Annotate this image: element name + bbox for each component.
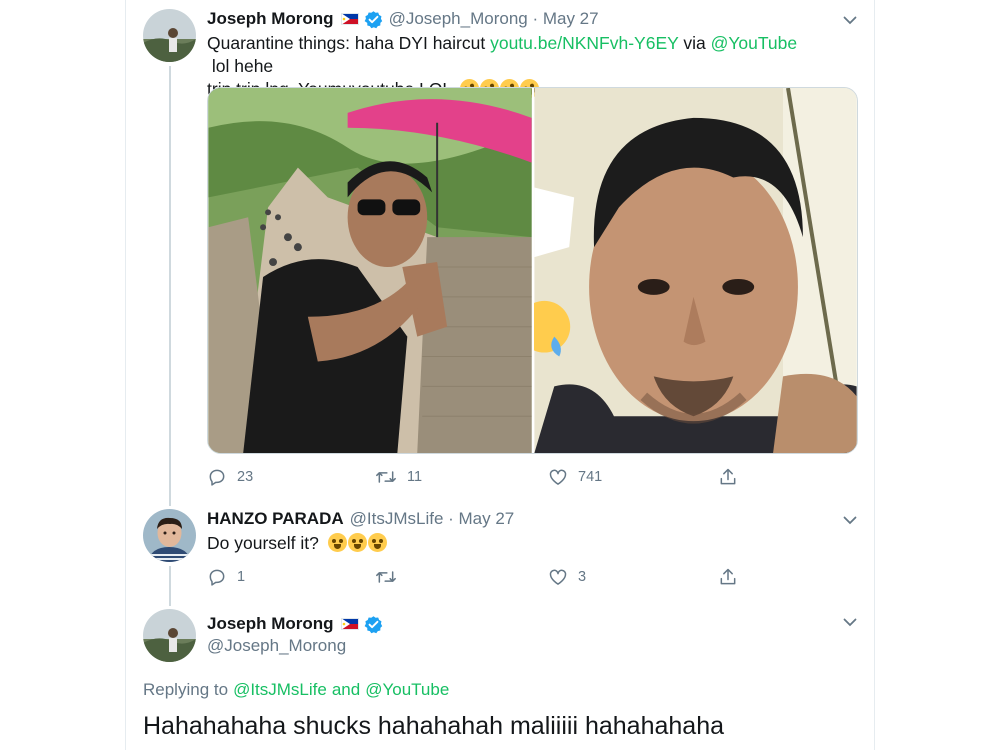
retweet-button[interactable] bbox=[375, 567, 407, 587]
great-wall-photo[interactable] bbox=[208, 88, 532, 453]
reply-button[interactable]: 1 bbox=[207, 567, 245, 587]
haircut-selfie-photo[interactable] bbox=[534, 88, 857, 453]
zany-face-emoji bbox=[367, 533, 387, 552]
like-icon bbox=[549, 569, 567, 585]
retweet-icon bbox=[376, 471, 396, 483]
avatar[interactable] bbox=[143, 9, 196, 62]
tweet-text-part: via bbox=[678, 33, 711, 53]
user-handle[interactable]: @ItsJMsLife bbox=[350, 509, 444, 529]
chevron-down-icon[interactable] bbox=[842, 614, 858, 630]
focused-tweet-text: Hahahahaha shucks hahahahah maliiiii hah… bbox=[143, 712, 725, 740]
thread-connector bbox=[169, 566, 171, 606]
retweet-count: 11 bbox=[407, 469, 423, 485]
chevron-down-icon[interactable] bbox=[842, 12, 858, 28]
like-button[interactable]: 741 bbox=[548, 467, 602, 487]
replying-to-and: and bbox=[331, 680, 361, 699]
zany-emoji-group bbox=[327, 533, 388, 553]
verified-badge-icon bbox=[364, 10, 383, 29]
zany-face-emoji bbox=[347, 533, 367, 552]
display-name[interactable]: Joseph Morong bbox=[207, 614, 334, 634]
display-name[interactable]: Joseph Morong bbox=[207, 9, 334, 29]
tweet-date[interactable]: May 27 bbox=[459, 509, 515, 529]
mention-link[interactable]: @YouTube bbox=[711, 33, 798, 53]
share-button[interactable] bbox=[718, 467, 748, 487]
reply-count: 1 bbox=[237, 569, 246, 585]
replying-to-label: Replying to bbox=[143, 680, 229, 699]
thread-connector bbox=[169, 66, 171, 506]
philippines-flag-icon bbox=[340, 13, 359, 25]
tweet-text-part: Quarantine things: haha DYI haircut bbox=[207, 33, 491, 53]
mention-link[interactable]: @ItsJMsLife bbox=[233, 680, 327, 700]
share-button[interactable] bbox=[718, 567, 748, 587]
separator-dot: · bbox=[527, 9, 543, 28]
mention-link[interactable]: @YouTube bbox=[365, 680, 449, 700]
replying-to: Replying to @ItsJMsLife and @YouTube bbox=[143, 680, 449, 700]
philippines-flag-icon bbox=[340, 618, 359, 630]
verified-badge-icon bbox=[364, 615, 383, 634]
tweet-header: HANZO PARADA @ItsJMsLife · May 27 bbox=[207, 509, 514, 529]
reply-count: 23 bbox=[237, 469, 254, 485]
reply-button[interactable]: 23 bbox=[207, 467, 253, 487]
retweet-icon bbox=[376, 571, 396, 583]
avatar[interactable] bbox=[143, 509, 196, 562]
reply-icon bbox=[209, 469, 225, 486]
separator-dot: · bbox=[443, 509, 459, 528]
user-handle[interactable]: @Joseph_Morong bbox=[207, 636, 346, 656]
reply-icon bbox=[209, 569, 225, 586]
like-icon bbox=[549, 469, 567, 485]
chevron-down-icon[interactable] bbox=[842, 512, 858, 528]
tweet-header: Joseph Morong bbox=[207, 614, 383, 634]
tweet-text-part: Do yourself it? bbox=[207, 533, 319, 553]
share-icon bbox=[720, 568, 736, 585]
avatar[interactable] bbox=[143, 609, 196, 662]
display-name[interactable]: HANZO PARADA bbox=[207, 509, 344, 529]
like-button[interactable]: 3 bbox=[548, 567, 586, 587]
like-count: 741 bbox=[578, 469, 603, 485]
user-handle-row: @Joseph_Morong bbox=[207, 636, 346, 656]
tweet-text: Do yourself it? bbox=[207, 532, 388, 555]
user-handle[interactable]: @Joseph_Morong bbox=[389, 9, 528, 29]
tweet-header: Joseph Morong @Joseph_Morong · May 27 bbox=[207, 9, 599, 29]
zany-face-emoji bbox=[327, 533, 347, 552]
like-count: 3 bbox=[578, 569, 587, 585]
tweet-text-part: lol hehe bbox=[207, 56, 274, 76]
tweet-date[interactable]: May 27 bbox=[543, 9, 599, 29]
share-icon bbox=[720, 468, 736, 485]
tweet-media[interactable] bbox=[207, 87, 858, 454]
retweet-button[interactable]: 11 bbox=[375, 467, 422, 487]
tweet-link[interactable]: youtu.be/NKNFvh-Y6EY bbox=[490, 33, 678, 53]
